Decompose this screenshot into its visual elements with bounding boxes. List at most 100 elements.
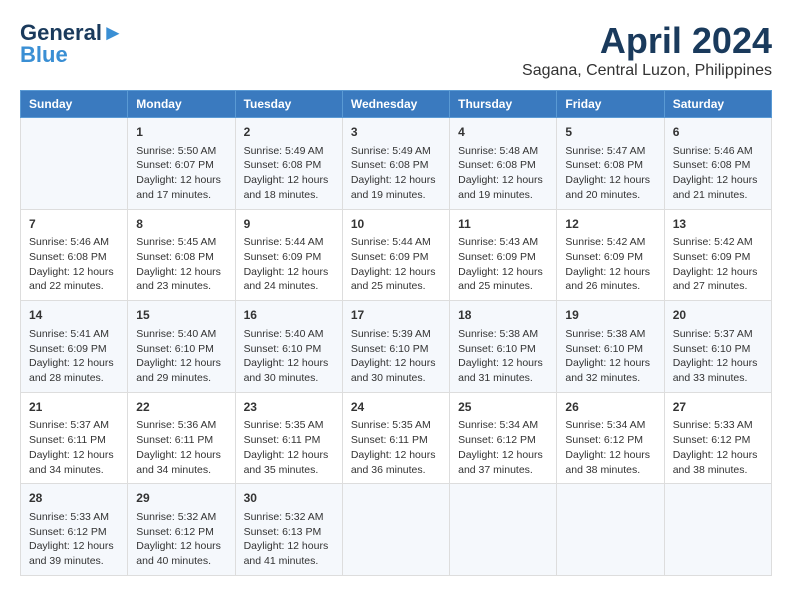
day-info-text: Daylight: 12 hours (565, 173, 655, 188)
day-info-text: Daylight: 12 hours (673, 265, 763, 280)
logo-blue: Blue (20, 42, 68, 68)
day-info-text: Sunrise: 5:44 AM (244, 235, 334, 250)
header-row: SundayMondayTuesdayWednesdayThursdayFrid… (21, 91, 772, 118)
calendar-cell: 4Sunrise: 5:48 AMSunset: 6:08 PMDaylight… (450, 118, 557, 210)
day-info-text: Daylight: 12 hours (136, 448, 226, 463)
day-info-text: Daylight: 12 hours (244, 539, 334, 554)
calendar-cell (664, 484, 771, 576)
day-info-text: Daylight: 12 hours (136, 173, 226, 188)
day-info-text: Sunset: 6:08 PM (29, 250, 119, 265)
calendar-cell: 10Sunrise: 5:44 AMSunset: 6:09 PMDayligh… (342, 209, 449, 301)
day-info-text: Sunset: 6:09 PM (29, 342, 119, 357)
day-info-text: Sunset: 6:12 PM (136, 525, 226, 540)
day-number: 17 (351, 307, 441, 324)
day-number: 9 (244, 216, 334, 233)
header-cell-saturday: Saturday (664, 91, 771, 118)
day-info-text: Sunset: 6:08 PM (673, 158, 763, 173)
day-info-text: Daylight: 12 hours (673, 356, 763, 371)
calendar-cell: 29Sunrise: 5:32 AMSunset: 6:12 PMDayligh… (128, 484, 235, 576)
header-cell-thursday: Thursday (450, 91, 557, 118)
day-info-text: and 21 minutes. (673, 188, 763, 203)
day-info-text: Daylight: 12 hours (244, 265, 334, 280)
day-info-text: and 25 minutes. (458, 279, 548, 294)
calendar-cell: 13Sunrise: 5:42 AMSunset: 6:09 PMDayligh… (664, 209, 771, 301)
day-info-text: and 38 minutes. (565, 463, 655, 478)
calendar-cell: 7Sunrise: 5:46 AMSunset: 6:08 PMDaylight… (21, 209, 128, 301)
day-info-text: Sunset: 6:08 PM (244, 158, 334, 173)
calendar-cell: 2Sunrise: 5:49 AMSunset: 6:08 PMDaylight… (235, 118, 342, 210)
day-info-text: Sunset: 6:12 PM (458, 433, 548, 448)
day-number: 21 (29, 399, 119, 416)
day-info-text: Sunrise: 5:43 AM (458, 235, 548, 250)
week-row-3: 14Sunrise: 5:41 AMSunset: 6:09 PMDayligh… (21, 301, 772, 393)
day-number: 30 (244, 490, 334, 507)
day-info-text: and 23 minutes. (136, 279, 226, 294)
header-cell-monday: Monday (128, 91, 235, 118)
day-info-text: Daylight: 12 hours (351, 265, 441, 280)
calendar-cell: 3Sunrise: 5:49 AMSunset: 6:08 PMDaylight… (342, 118, 449, 210)
calendar-cell: 9 Sunrise: 5:44 AMSunset: 6:09 PMDaylight… (235, 209, 342, 301)
day-info-text: Sunrise: 5:50 AM (136, 144, 226, 159)
day-info-text: Sunset: 6:11 PM (29, 433, 119, 448)
calendar-cell: 26Sunrise: 5:34 AMSunset: 6:12 PMDayligh… (557, 392, 664, 484)
day-info-text: Daylight: 12 hours (673, 448, 763, 463)
calendar-cell: 17Sunrise: 5:39 AMSunset: 6:10 PMDayligh… (342, 301, 449, 393)
day-info-text: Daylight: 12 hours (29, 356, 119, 371)
calendar-cell (557, 484, 664, 576)
day-info-text: Daylight: 12 hours (351, 356, 441, 371)
header-cell-friday: Friday (557, 91, 664, 118)
day-number: 8 (136, 216, 226, 233)
day-info-text: Sunset: 6:09 PM (673, 250, 763, 265)
day-info-text: Sunset: 6:11 PM (244, 433, 334, 448)
calendar-cell: 1Sunrise: 5:50 AMSunset: 6:07 PMDaylight… (128, 118, 235, 210)
day-info-text: Sunrise: 5:41 AM (29, 327, 119, 342)
day-info-text: Daylight: 12 hours (136, 539, 226, 554)
day-info-text: Sunset: 6:09 PM (458, 250, 548, 265)
calendar-cell: 27Sunrise: 5:33 AMSunset: 6:12 PMDayligh… (664, 392, 771, 484)
day-info-text: Sunset: 6:10 PM (458, 342, 548, 357)
day-number: 11 (458, 216, 548, 233)
day-info-text: Sunrise: 5:46 AM (673, 144, 763, 159)
day-number: 1 (136, 124, 226, 141)
day-info-text: Daylight: 12 hours (351, 173, 441, 188)
day-info-text: Sunset: 6:09 PM (565, 250, 655, 265)
day-info-text: and 34 minutes. (136, 463, 226, 478)
day-info-text: Sunset: 6:09 PM (244, 250, 334, 265)
day-info-text: Sunset: 6:11 PM (351, 433, 441, 448)
day-info-text: Sunrise: 5:49 AM (351, 144, 441, 159)
title-area: April 2024 Sagana, Central Luzon, Philip… (522, 20, 772, 80)
day-info-text: Sunset: 6:08 PM (136, 250, 226, 265)
day-info-text: and 35 minutes. (244, 463, 334, 478)
day-info-text: Daylight: 12 hours (244, 448, 334, 463)
day-number: 24 (351, 399, 441, 416)
day-info-text: Sunrise: 5:33 AM (29, 510, 119, 525)
day-number: 26 (565, 399, 655, 416)
day-number: 18 (458, 307, 548, 324)
calendar-cell: 6Sunrise: 5:46 AMSunset: 6:08 PMDaylight… (664, 118, 771, 210)
day-info-text: Sunrise: 5:47 AM (565, 144, 655, 159)
day-number: 22 (136, 399, 226, 416)
day-number: 29 (136, 490, 226, 507)
day-info-text: Sunrise: 5:37 AM (29, 418, 119, 433)
calendar-cell: 22 Sunrise: 5:36 AMSunset: 6:11 PMDayligh… (128, 392, 235, 484)
day-info-text: Sunset: 6:10 PM (565, 342, 655, 357)
day-info-text: Sunset: 6:11 PM (136, 433, 226, 448)
header-cell-tuesday: Tuesday (235, 91, 342, 118)
day-info-text: Sunset: 6:12 PM (673, 433, 763, 448)
day-info-text: Sunrise: 5:46 AM (29, 235, 119, 250)
calendar-cell: 14Sunrise: 5:41 AMSunset: 6:09 PMDayligh… (21, 301, 128, 393)
day-info-text: Daylight: 12 hours (29, 265, 119, 280)
day-number: 28 (29, 490, 119, 507)
day-info-text: Sunrise: 5:44 AM (351, 235, 441, 250)
calendar-cell: 11Sunrise: 5:43 AMSunset: 6:09 PMDayligh… (450, 209, 557, 301)
day-info-text: Sunset: 6:13 PM (244, 525, 334, 540)
calendar-cell (450, 484, 557, 576)
day-info-text: and 24 minutes. (244, 279, 334, 294)
calendar-cell: 5Sunrise: 5:47 AMSunset: 6:08 PMDaylight… (557, 118, 664, 210)
day-info-text: Sunset: 6:10 PM (136, 342, 226, 357)
calendar-cell: 30Sunrise: 5:32 AMSunset: 6:13 PMDayligh… (235, 484, 342, 576)
day-info-text: and 41 minutes. (244, 554, 334, 569)
day-info-text: Sunrise: 5:36 AM (136, 418, 226, 433)
header-cell-sunday: Sunday (21, 91, 128, 118)
calendar-cell: 20Sunrise: 5:37 AMSunset: 6:10 PMDayligh… (664, 301, 771, 393)
